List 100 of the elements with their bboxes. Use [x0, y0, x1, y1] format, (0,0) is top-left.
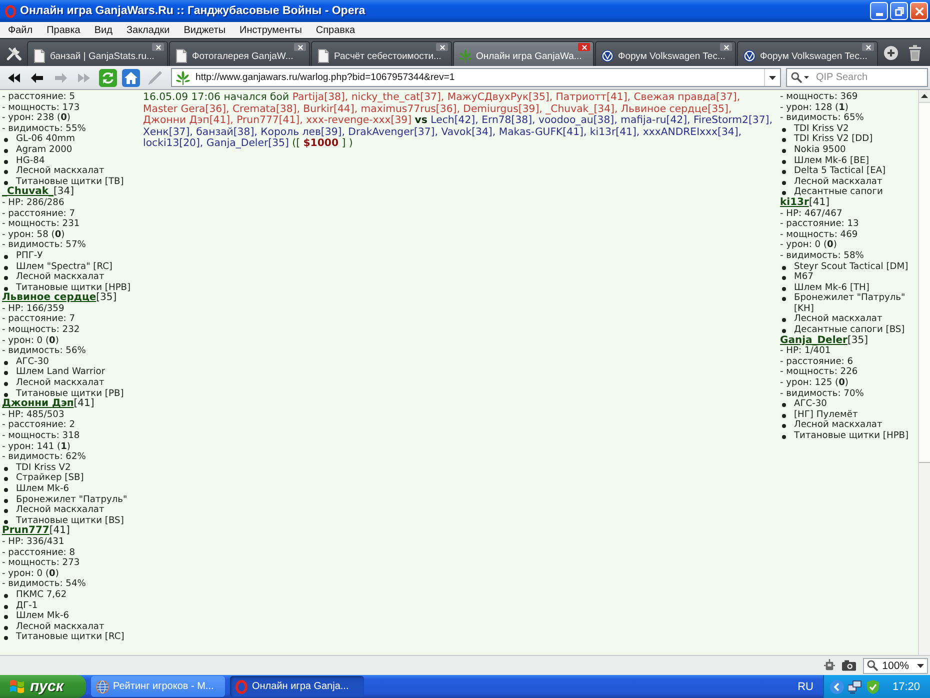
battle-log-text: 16.05.09 17:06 начался бой Partija[38], nicky_the_cat[37], МажуСДвухРук[35], Патриотт[41], Свежая правда[37], Master Gera[36], Cremata[38], Burkir[44], maximus77rus[36], Demiurgus[39], _Chuvak_[34], Львиное сердце[35], Джонни Дэп[41], Prun777[41], xxx-revenge-xxx[39] vs Lech[42], Ern78[38], voodoo_au[38], mafija-ru[42], FireStorm2[37], Хенк[37], банзай[38], Король лев[39], DrakAvenger[37], Vavok[34], Makas-GUFK[41], ki13r[41], xxxANDREIxxx[34], locki13[20], Ganja_Deler[35] ([ $1000 ] ): [143, 92, 773, 150]
bullet-icon: [782, 180, 786, 185]
stat-line: - мощность: 231: [2, 219, 81, 230]
window-title: Онлайн игра GanjaWars.Ru :: Ганджубасовые Войны - Opera: [20, 5, 366, 17]
menu-item[interactable]: Инструменты: [232, 24, 309, 36]
stat-line: - расстояние: 6: [780, 356, 854, 367]
reload-button[interactable]: [97, 68, 118, 88]
equipment-item: Титановые щитки [TB]: [16, 176, 124, 187]
taskbar-button[interactable]: Онлайн игра Ganja...: [230, 676, 364, 697]
tab[interactable]: Онлайн игра GanjaWa...: [453, 41, 594, 66]
tab-close-button[interactable]: [862, 43, 874, 51]
close-icon: [582, 44, 586, 50]
scrollbar[interactable]: [918, 90, 930, 655]
player-link[interactable]: Джонни Дэп: [2, 398, 74, 410]
bullet-icon: [4, 254, 8, 259]
tab-close-button[interactable]: [152, 43, 164, 51]
tools-icon: [6, 44, 22, 60]
caret-icon: [917, 664, 924, 668]
equipment-item: Титановые щитки [HPB]: [16, 282, 131, 293]
stat-line: - мощность: 318: [2, 431, 81, 442]
equipment-item: Титановые щитки [HPB]: [794, 431, 909, 442]
stat-line: - HP: 467/467: [780, 208, 844, 220]
stat-line: - мощность: 232: [2, 325, 81, 336]
bullet-icon: [4, 488, 8, 492]
leaf-icon: [459, 49, 472, 63]
stat-line: - расстояние: 13: [780, 219, 860, 230]
minimize-button[interactable]: [870, 2, 888, 20]
tab[interactable]: Расчёт себестоимости...: [311, 41, 452, 66]
bullet-icon: [782, 318, 786, 322]
equipment-item: Бронежилет "Патруль" [KH]: [794, 293, 906, 314]
bullet-icon: [782, 138, 786, 142]
tab[interactable]: Форум Volkswagen Tec...: [737, 41, 878, 66]
menu-item[interactable]: Файл: [1, 24, 40, 36]
device-icon: [824, 659, 836, 672]
player-link[interactable]: Львиное сердце: [2, 292, 96, 304]
equipment-item: Лесной маскхалат: [794, 420, 882, 431]
search-placeholder: QIP Search: [816, 72, 868, 83]
player-link[interactable]: _Chuvak_: [2, 186, 54, 198]
player-level: [34]: [54, 186, 74, 198]
tab-close-button[interactable]: [294, 43, 306, 51]
stat-line: - видимость: 56%: [2, 346, 87, 357]
bullet-icon: [782, 297, 786, 302]
player-level: [41]: [49, 525, 70, 536]
equipment-item: Шлем Mk-6 [TH]: [794, 282, 870, 293]
scroll-up-button[interactable]: [919, 90, 930, 103]
player-link[interactable]: Ganja_Deler: [780, 334, 848, 346]
equipment-item: Шлем Land Warrior: [16, 367, 106, 378]
restore-button[interactable]: [890, 2, 908, 20]
close-icon: [156, 44, 160, 50]
fast-forward-icon: [78, 72, 90, 82]
stat-line: - расстояние: 5: [2, 92, 76, 103]
tab-close-button[interactable]: [720, 43, 732, 51]
tab-close-button[interactable]: [578, 43, 590, 51]
bullet-icon: [782, 160, 786, 164]
zoom-control[interactable]: 100%: [863, 658, 928, 674]
stat-line: - урон: 128 (1): [780, 102, 850, 113]
start-button[interactable]: пуск: [0, 675, 86, 698]
bullet-icon: [4, 604, 8, 608]
stat-line: - урон: 238 (0): [2, 113, 72, 124]
home-button[interactable]: [120, 68, 142, 88]
player-link[interactable]: Prun777: [2, 525, 50, 536]
equipment-item: Шлем "Spectra" [RC]: [16, 262, 112, 272]
tab[interactable]: Фотогалерея GanjaW...: [169, 41, 310, 66]
equipment-item: Титановые щитки [PB]: [16, 388, 124, 399]
menu-item[interactable]: Виджеты: [176, 24, 233, 36]
stat-line: - видимость: 62%: [2, 452, 87, 463]
language-indicator[interactable]: RU: [798, 680, 814, 692]
bullet-icon: [4, 170, 8, 174]
equipment-item: TDI Kriss V2 [DD]: [794, 134, 873, 145]
bullet-icon: [4, 392, 8, 397]
page-icon: [33, 49, 46, 63]
stat-line: - урон: 0 (0): [780, 240, 838, 251]
tab[interactable]: банзай | GanjaStats.ru...: [27, 41, 168, 66]
back-icon: [31, 72, 44, 82]
player-link[interactable]: ki13r: [780, 196, 809, 208]
menu-item[interactable]: Правка: [40, 24, 88, 36]
player-level: [35]: [847, 334, 868, 346]
tab-close-button[interactable]: [436, 43, 448, 51]
bullet-icon: [4, 276, 8, 280]
stat-line: - расстояние: 7: [2, 208, 76, 219]
stat-line: - мощность: 469: [780, 230, 859, 240]
bullet-icon: [4, 466, 8, 471]
bullet-icon: [4, 520, 8, 524]
close-button[interactable]: [910, 2, 928, 20]
stat-line: - мощность: 226: [780, 367, 859, 378]
equipment-item: Лесной маскхалат: [16, 505, 104, 516]
bullet-icon: [782, 148, 786, 153]
bullet-icon: [4, 498, 8, 503]
tab[interactable]: Форум Volkswagen Tec...: [595, 41, 736, 66]
stat-line: - мощность: 273: [2, 558, 81, 569]
scrollbar-thumb[interactable]: [919, 103, 930, 463]
menu-item[interactable]: Закладки: [119, 24, 177, 36]
menu-item[interactable]: Справка: [308, 24, 362, 36]
equipment-item: [НГ] Пулемёт: [794, 410, 858, 420]
equipment-item: ПКМС 7,62: [16, 590, 67, 600]
address-field[interactable]: http://www.ganjawars.ru/warlog.php?bid=1067957344&rev=1: [170, 68, 781, 87]
menu-item[interactable]: Вид: [87, 24, 120, 36]
equipment-item: Десантные сапоги [BS]: [794, 325, 905, 336]
equipment-item: Шлем Mk-6 [BE]: [794, 156, 870, 166]
search-icon: [867, 660, 878, 671]
